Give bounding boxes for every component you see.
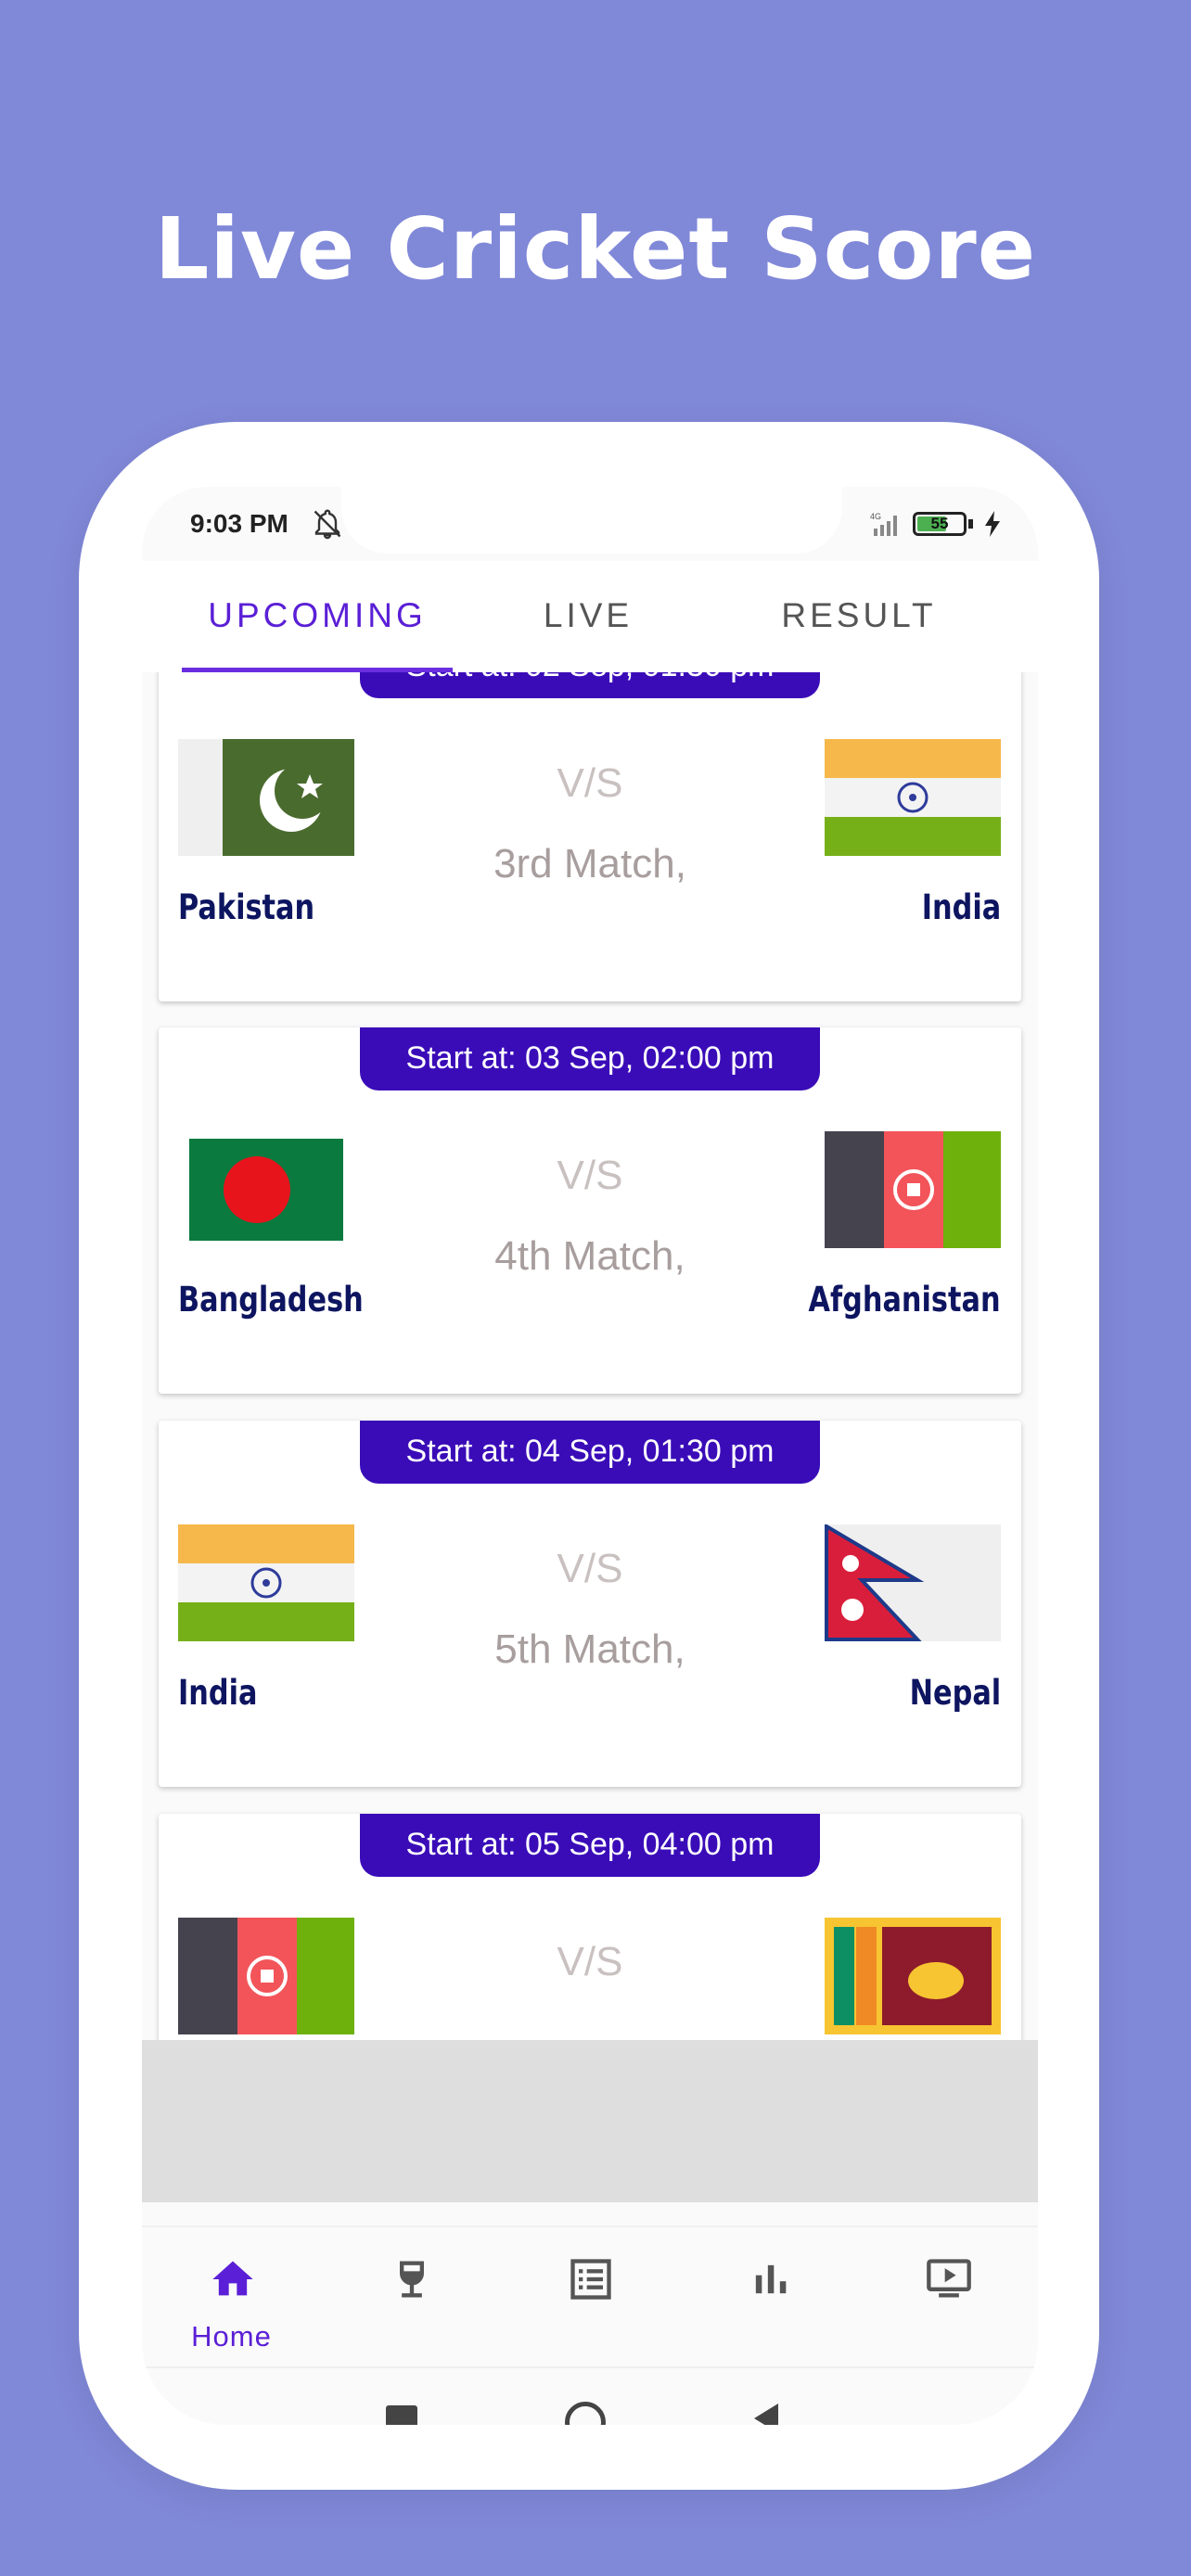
recents-button[interactable] bbox=[386, 2405, 417, 2425]
team1-name: India bbox=[178, 1673, 258, 1713]
bottom-navigation: Home bbox=[142, 2225, 1038, 2366]
nav-home-label: Home bbox=[191, 2320, 272, 2353]
status-time: 9:03 PM bbox=[190, 509, 288, 538]
team1-name: Pakistan bbox=[178, 887, 315, 927]
tab-result[interactable]: RESULT bbox=[724, 561, 994, 672]
list-icon bbox=[570, 2259, 611, 2300]
start-time-badge: Start at: 05 Sep, 04:00 pm bbox=[360, 1814, 820, 1877]
match-number: 3rd Match, bbox=[493, 841, 686, 886]
nav-stats[interactable] bbox=[679, 2227, 858, 2366]
tab-upcoming[interactable]: UPCOMING bbox=[182, 561, 453, 672]
team1-name: Bangladesh bbox=[178, 1280, 364, 1320]
system-navigation bbox=[142, 2366, 1038, 2425]
ad-banner-area bbox=[142, 2040, 1038, 2202]
back-button[interactable] bbox=[754, 2404, 778, 2425]
match-card[interactable]: Start at: 04 Sep, 01:30 pm V/S 5th Match… bbox=[159, 1421, 1021, 1787]
bell-off-icon bbox=[314, 509, 341, 540]
status-right: 4G 55 bbox=[855, 507, 1003, 541]
start-time-badge: Start at: 03 Sep, 02:00 pm bbox=[360, 1027, 820, 1090]
match-card[interactable]: Start at: 03 Sep, 02:00 pm V/S 4th Match… bbox=[159, 1027, 1021, 1394]
tab-upcoming-label: UPCOMING bbox=[208, 596, 427, 634]
app-screen: 9:03 PM 4G 55 UPCOMING LIVE RESULT V/S 3… bbox=[142, 487, 1038, 2425]
charging-bolt-icon bbox=[985, 511, 1000, 537]
nav-trophy[interactable] bbox=[321, 2227, 500, 2366]
tab-live[interactable]: LIVE bbox=[453, 561, 724, 672]
home-system-button[interactable] bbox=[565, 2402, 606, 2425]
tab-live-label: LIVE bbox=[543, 596, 634, 634]
match-card[interactable]: Start at: 05 Sep, 04:00 pm V/S bbox=[159, 1814, 1021, 2040]
tab-bar: UPCOMING LIVE RESULT bbox=[142, 561, 1038, 672]
match-list[interactable]: Start at: 02 Sep, 01:30 pm V/S 3rd Match… bbox=[142, 672, 1038, 2040]
home-icon bbox=[212, 2261, 253, 2296]
nav-home[interactable]: Home bbox=[142, 2227, 321, 2366]
match-number: 4th Match, bbox=[494, 1233, 685, 1279]
tab-result-label: RESULT bbox=[781, 596, 937, 634]
vs-label: V/S bbox=[557, 1153, 623, 1198]
status-bar: 9:03 PM 4G 55 bbox=[142, 487, 1038, 561]
match-number: 5th Match, bbox=[494, 1626, 685, 1672]
start-time-badge: Start at: 04 Sep, 01:30 pm bbox=[360, 1421, 820, 1484]
match-card[interactable]: Start at: 02 Sep, 01:30 pm V/S 3rd Match… bbox=[159, 672, 1021, 1001]
nav-video[interactable] bbox=[858, 2227, 1037, 2366]
svg-text:4G: 4G bbox=[870, 512, 881, 521]
vs-label: V/S bbox=[557, 760, 623, 806]
video-play-icon bbox=[927, 2259, 971, 2298]
start-time-badge: Start at: 02 Sep, 01:30 pm bbox=[360, 672, 820, 698]
page-headline: Live Cricket Score bbox=[154, 199, 1037, 299]
team2-name: Afghanistan bbox=[808, 1280, 1001, 1320]
bar-chart-icon bbox=[755, 2264, 787, 2294]
signal-icon: 4G bbox=[870, 512, 897, 536]
nav-list[interactable] bbox=[500, 2227, 679, 2366]
battery-icon: 55 bbox=[913, 512, 967, 536]
battery-level: 55 bbox=[930, 515, 949, 532]
vs-label: V/S bbox=[557, 1939, 623, 1984]
vs-label: V/S bbox=[557, 1546, 623, 1591]
team2-name: India bbox=[921, 887, 1001, 927]
team2-name: Nepal bbox=[909, 1673, 1001, 1713]
notch bbox=[341, 487, 842, 554]
trophy-cup-icon bbox=[400, 2261, 424, 2298]
